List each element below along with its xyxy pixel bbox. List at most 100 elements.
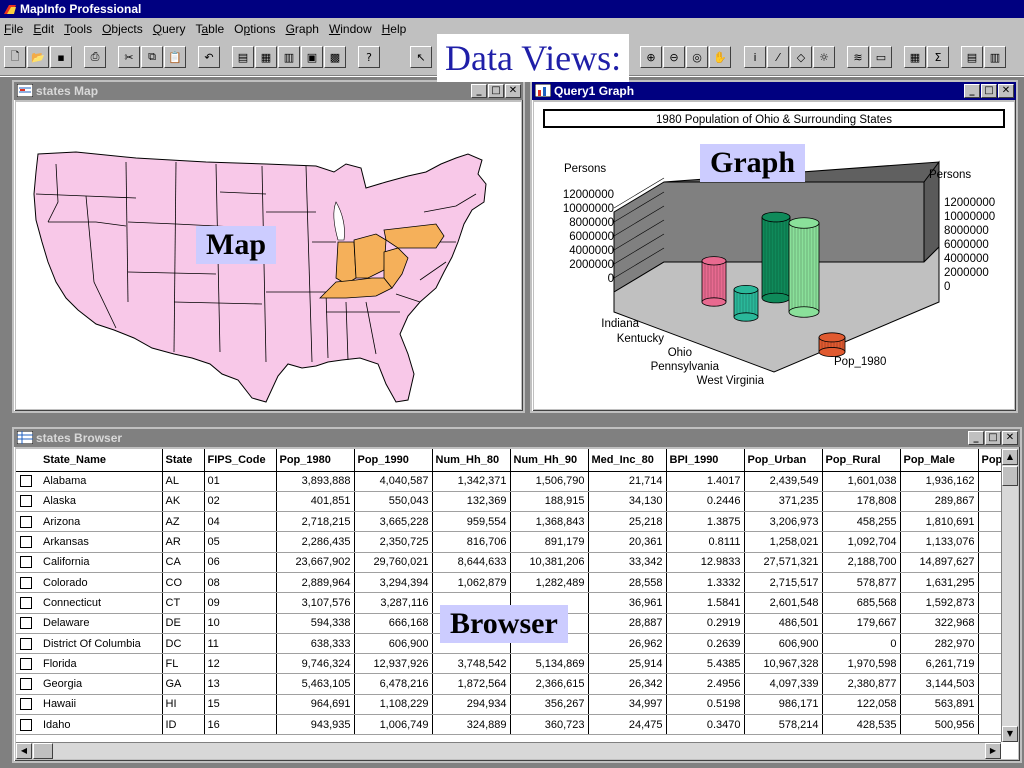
table-cell[interactable]: 986,171 <box>744 694 823 716</box>
menu-item[interactable]: Help <box>382 22 407 36</box>
table-cell[interactable]: 943,935 <box>276 714 355 736</box>
table-cell[interactable]: 594,338 <box>276 613 355 634</box>
table-cell[interactable]: 10,967,328 <box>744 653 823 675</box>
table-cell[interactable]: 1,601,038 <box>822 471 901 492</box>
table-cell[interactable]: 2,889,964 <box>276 572 355 594</box>
table-cell[interactable]: 28,887 <box>588 613 667 634</box>
table-cell[interactable]: 486,501 <box>744 613 823 634</box>
column-header[interactable]: Pop_Urban <box>744 449 823 472</box>
table-cell[interactable]: 1.3332 <box>666 572 745 594</box>
scroll-right-button[interactable]: ▶ <box>985 743 1001 759</box>
table-cell[interactable]: 12.9833 <box>666 552 745 573</box>
menu-item[interactable]: Options <box>234 22 275 36</box>
table-cell[interactable]: 0.8111 <box>666 531 745 553</box>
table-cell[interactable]: 428,535 <box>822 714 901 736</box>
table-cell[interactable]: 458,255 <box>822 511 901 533</box>
table-cell[interactable]: Alabama <box>40 471 163 492</box>
table-cell[interactable]: 666,168 <box>354 613 433 634</box>
table-cell[interactable]: 3,206,973 <box>744 511 823 533</box>
table-cell[interactable]: 25,914 <box>588 653 667 675</box>
table-row[interactable]: Florida FL 12 9,746,324 12,937,926 3,748,542 5… <box>16 653 1009 675</box>
table-cell[interactable]: 1,631,295 <box>900 572 979 594</box>
table-cell[interactable]: 1,936,162 <box>900 471 979 492</box>
menu-item[interactable]: Tools <box>64 22 92 36</box>
table-cell[interactable]: 29,760,021 <box>354 552 433 573</box>
layer-control-icon[interactable]: ▤ <box>961 46 983 68</box>
table-cell[interactable]: 289,867 <box>900 491 979 513</box>
column-header[interactable]: Pop_Rural <box>822 449 901 472</box>
table-row[interactable]: Alaska AK 02 401,851 550,043 132,369 188,915 34… <box>16 491 1009 513</box>
graph-window-titlebar[interactable]: Query1 Graph _ □ ✕ <box>532 82 1016 100</box>
row-select-checkbox[interactable] <box>20 637 32 650</box>
scroll-left-button[interactable]: ◀ <box>16 743 32 759</box>
table-cell[interactable]: ID <box>162 714 205 736</box>
row-select-checkbox[interactable] <box>20 657 32 670</box>
table-cell[interactable]: 1,006,749 <box>354 714 433 736</box>
table-cell[interactable]: 24,475 <box>588 714 667 736</box>
table-cell[interactable]: AL <box>162 471 205 492</box>
graph-minimize-button[interactable]: _ <box>964 84 980 98</box>
row-select-checkbox[interactable] <box>20 718 32 731</box>
table-cell[interactable]: DE <box>162 613 205 634</box>
table-cell[interactable]: 34,997 <box>588 694 667 716</box>
table-cell[interactable]: 1,282,489 <box>510 572 589 594</box>
grabber-hand-icon[interactable]: ✋ <box>709 46 731 68</box>
state-indiana[interactable] <box>335 241 357 285</box>
table-cell[interactable]: 1,062,879 <box>432 572 511 594</box>
table-cell[interactable]: 1,342,371 <box>432 471 511 492</box>
table-cell[interactable]: 02 <box>204 491 277 513</box>
table-cell[interactable]: 685,568 <box>822 592 901 614</box>
table-cell[interactable]: 13 <box>204 673 277 695</box>
table-cell[interactable]: Delaware <box>40 613 163 634</box>
table-cell[interactable]: 3,287,116 <box>354 592 433 614</box>
table-cell[interactable]: 0 <box>822 633 901 655</box>
table-cell[interactable]: 550,043 <box>354 491 433 513</box>
table-cell[interactable]: 322,968 <box>900 613 979 634</box>
table-row[interactable]: California CA 06 23,667,902 29,760,021 8,644,… <box>16 552 1009 573</box>
table-cell[interactable]: 21,714 <box>588 471 667 492</box>
table-cell[interactable]: 6,478,216 <box>354 673 433 695</box>
table-cell[interactable]: 20,361 <box>588 531 667 553</box>
browser-maximize-button[interactable]: □ <box>985 431 1001 445</box>
table-cell[interactable]: 26,342 <box>588 673 667 695</box>
table-cell[interactable]: GA <box>162 673 205 695</box>
table-cell[interactable]: 4,040,587 <box>354 471 433 492</box>
table-cell[interactable]: 1,258,021 <box>744 531 823 553</box>
menu-item[interactable]: Objects <box>102 22 143 36</box>
table-cell[interactable]: CT <box>162 592 205 614</box>
map-close-button[interactable]: ✕ <box>505 84 521 98</box>
table-cell[interactable]: 06 <box>204 552 277 573</box>
table-cell[interactable]: DC <box>162 633 205 655</box>
scroll-down-button[interactable]: ▼ <box>1002 726 1018 742</box>
table-cell[interactable]: 5,463,105 <box>276 673 355 695</box>
table-cell[interactable]: 1,592,873 <box>900 592 979 614</box>
table-cell[interactable]: 12,937,926 <box>354 653 433 675</box>
menu-item[interactable]: Table <box>195 22 224 36</box>
menu-item[interactable]: Edit <box>33 22 54 36</box>
table-cell[interactable]: 27,571,321 <box>744 552 823 573</box>
menu-item[interactable]: File <box>4 22 23 36</box>
table-cell[interactable]: 3,748,542 <box>432 653 511 675</box>
table-cell[interactable]: 1,108,229 <box>354 694 433 716</box>
graph-maximize-button[interactable]: □ <box>981 84 997 98</box>
table-cell[interactable]: 12 <box>204 653 277 675</box>
table-cell[interactable]: AR <box>162 531 205 553</box>
table-cell[interactable]: 1,133,076 <box>900 531 979 553</box>
table-cell[interactable]: 606,900 <box>744 633 823 655</box>
table-cell[interactable]: 1,872,564 <box>432 673 511 695</box>
table-cell[interactable]: Colorado <box>40 572 163 594</box>
table-cell[interactable]: 1.3875 <box>666 511 745 533</box>
save-icon[interactable]: ▪ <box>50 46 72 68</box>
row-select-checkbox[interactable] <box>20 576 32 589</box>
table-cell[interactable]: 1,970,598 <box>822 653 901 675</box>
table-cell[interactable]: 5,134,869 <box>510 653 589 675</box>
map-window-titlebar[interactable]: states Map _ □ ✕ <box>14 82 523 100</box>
table-cell[interactable]: 16 <box>204 714 277 736</box>
drag-window-icon[interactable]: ☼ <box>813 46 835 68</box>
hotlink-icon[interactable]: ⁄ <box>767 46 789 68</box>
table-cell[interactable]: 1.5841 <box>666 592 745 614</box>
table-cell[interactable]: 05 <box>204 531 277 553</box>
browser-minimize-button[interactable]: _ <box>968 431 984 445</box>
table-cell[interactable]: 294,934 <box>432 694 511 716</box>
table-cell[interactable]: 0.2446 <box>666 491 745 513</box>
